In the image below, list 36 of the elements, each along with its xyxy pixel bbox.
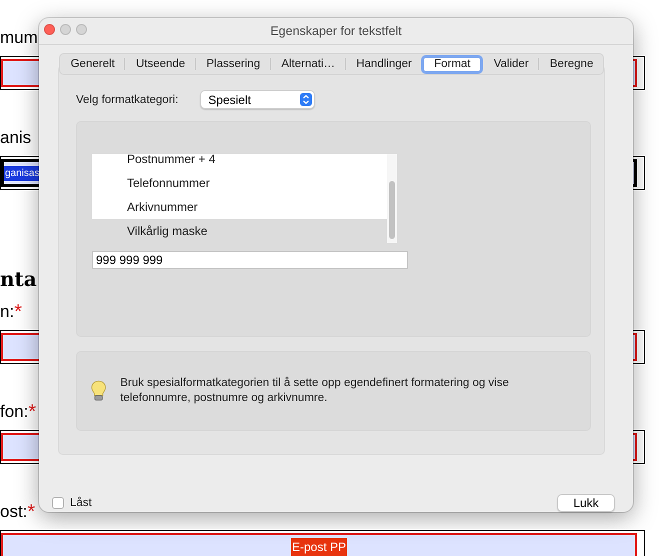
format-category-label: Velg formatkategori: [76,94,178,106]
tab[interactable]: Beregne [539,55,603,73]
hint-text: Bruk spesialformatkategorien til å sette opp egendefinert formatering og vise telefonnumre, postnumre og arkivnumre. [120,376,510,406]
tab[interactable]: Valider [483,55,538,73]
field-tag: ganisas [4,166,40,180]
tab[interactable]: Format [421,54,484,74]
form-label: mum [0,27,38,49]
zoom-icon[interactable] [76,24,87,35]
required-asterisk: * [14,300,22,324]
mask-field[interactable]: 999 999 999 [92,251,408,269]
required-asterisk: * [27,500,36,524]
list-item[interactable]: Arkivnummer [92,195,387,219]
list-item[interactable]: Postnummer + 4 [92,154,387,171]
list-item[interactable]: Vilkårlig maske [92,219,387,243]
form-field[interactable]: E-post PP [0,530,645,556]
close-icon[interactable] [44,24,55,35]
tab[interactable]: Alternati… [270,55,345,73]
required-asterisk: * [28,400,36,424]
close-button[interactable]: Lukk [557,494,615,512]
form-label: n: [0,301,14,323]
tab[interactable]: Generelt [60,55,124,73]
form-label: fon: [0,401,28,423]
scrollbar-thumb[interactable] [389,181,395,239]
form-label: anis [0,127,32,149]
field-tag: E-post PP [290,538,348,556]
minimize-icon[interactable] [60,24,71,35]
form-label: ost: [0,501,28,523]
format-category-select[interactable]: Spesielt [200,90,316,109]
tab[interactable]: Plassering [196,55,270,73]
section-heading: nta [0,266,38,292]
list-item[interactable]: Telefonnummer [92,171,387,195]
locked-checkbox[interactable]: Låst [52,497,92,509]
stepper-icon [300,93,312,106]
window-title: Egenskaper for tekstfelt [270,24,402,38]
tab[interactable]: Handlinger [346,55,422,73]
tab[interactable]: Utseende [125,55,195,73]
